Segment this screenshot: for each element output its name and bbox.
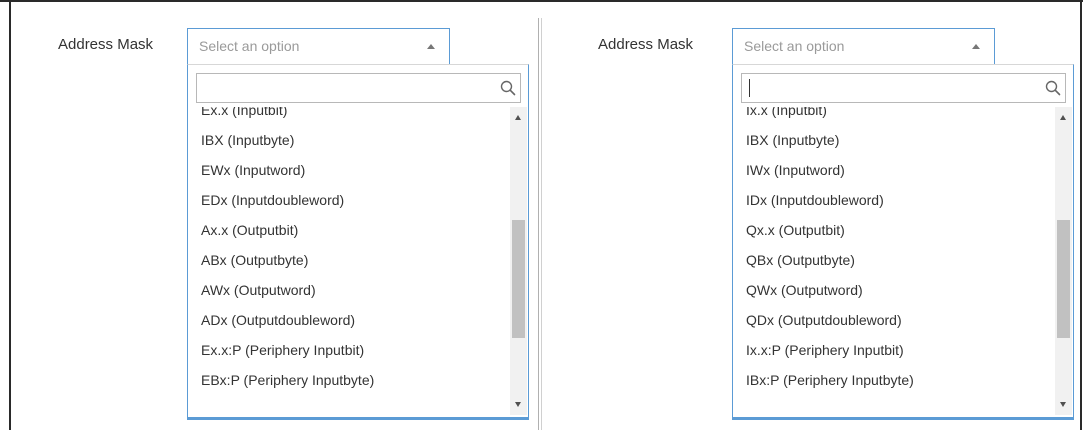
dropdown-scrollbar[interactable]	[1055, 107, 1072, 415]
option-item[interactable]: Ax.x (Outputbit)	[189, 215, 511, 245]
scroll-up-arrow-icon[interactable]	[515, 115, 521, 120]
option-item[interactable]: Ix.x (Inputbit)	[734, 107, 1056, 125]
option-item[interactable]: Qx.x (Outputbit)	[734, 215, 1056, 245]
option-item[interactable]: Ex.x (Inputbit)	[189, 107, 511, 125]
frame-right-border	[1080, 0, 1082, 430]
scroll-down-arrow-icon[interactable]	[1060, 402, 1066, 407]
option-list: Ex.x (Inputbit) IBX (Inputbyte) EWx (Inp…	[189, 107, 511, 415]
caret-up-icon	[972, 44, 980, 49]
address-mask-label: Address Mask	[58, 36, 154, 53]
option-item[interactable]: QDx (Outputdoubleword)	[734, 305, 1056, 335]
option-item[interactable]: EBx:P (Periphery Inputbyte)	[189, 365, 511, 395]
caret-up-icon	[427, 44, 435, 49]
right-address-mask-panel: Address Mask Select an option Ix.x (Inpu…	[548, 0, 1078, 430]
option-item[interactable]: AWx (Outputword)	[189, 275, 511, 305]
option-item[interactable]: IBx:P (Periphery Inputbyte)	[734, 365, 1056, 395]
option-item[interactable]: EWx (Inputword)	[189, 155, 511, 185]
option-item[interactable]: QBx (Outputbyte)	[734, 245, 1056, 275]
left-address-mask-panel: Address Mask Select an option Ex.x (Inpu…	[10, 0, 540, 430]
address-mask-dropdown: Ex.x (Inputbit) IBX (Inputbyte) EWx (Inp…	[187, 64, 529, 420]
dropdown-search-input[interactable]	[741, 73, 1066, 103]
option-item[interactable]: ABx (Outputbyte)	[189, 245, 511, 275]
option-item[interactable]: QWx (Outputword)	[734, 275, 1056, 305]
select-placeholder: Select an option	[744, 38, 845, 54]
scrollbar-thumb[interactable]	[512, 220, 525, 339]
select-placeholder: Select an option	[199, 38, 300, 54]
scrollbar-thumb[interactable]	[1057, 220, 1070, 339]
address-mask-label: Address Mask	[598, 36, 694, 53]
address-mask-select[interactable]: Select an option	[187, 28, 450, 64]
scroll-up-arrow-icon[interactable]	[1060, 115, 1066, 120]
option-item[interactable]: ADx (Outputdoubleword)	[189, 305, 511, 335]
address-mask-select[interactable]: Select an option	[732, 28, 995, 64]
option-item[interactable]: IBX (Inputbyte)	[734, 125, 1056, 155]
option-item[interactable]: EDx (Inputdoubleword)	[189, 185, 511, 215]
option-item[interactable]: IDx (Inputdoubleword)	[734, 185, 1056, 215]
scroll-down-arrow-icon[interactable]	[515, 402, 521, 407]
option-item[interactable]: Ix.x:P (Periphery Inputbit)	[734, 335, 1056, 365]
address-mask-dropdown: Ix.x (Inputbit) IBX (Inputbyte) IWx (Inp…	[732, 64, 1074, 420]
panel-divider-shadow	[541, 18, 542, 430]
dropdown-scrollbar[interactable]	[510, 107, 527, 415]
dropdown-search-input[interactable]	[196, 73, 521, 103]
option-item[interactable]: IWx (Inputword)	[734, 155, 1056, 185]
option-list: Ix.x (Inputbit) IBX (Inputbyte) IWx (Inp…	[734, 107, 1056, 415]
option-item[interactable]: Ex.x:P (Periphery Inputbit)	[189, 335, 511, 365]
text-cursor	[749, 79, 750, 97]
option-item[interactable]: IBX (Inputbyte)	[189, 125, 511, 155]
